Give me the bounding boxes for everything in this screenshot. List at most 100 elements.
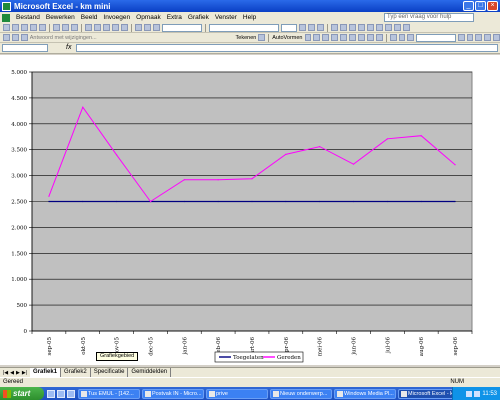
data-point[interactable]: [352, 200, 355, 203]
network-icon[interactable]: [466, 390, 473, 397]
legend-icon[interactable]: [466, 34, 474, 41]
shadow-icon[interactable]: [398, 34, 406, 41]
arrow-icon[interactable]: [313, 34, 321, 41]
comment-icon[interactable]: [11, 34, 19, 41]
align-left-icon[interactable]: [331, 24, 338, 31]
by-row-icon[interactable]: [484, 34, 492, 41]
paste-icon[interactable]: [103, 24, 110, 31]
formula-input[interactable]: [76, 44, 498, 52]
clipart-icon[interactable]: [366, 34, 374, 41]
menu-opmaak[interactable]: Opmaak: [133, 14, 164, 21]
select-objects-icon[interactable]: [258, 34, 266, 41]
zoom-dropdown[interactable]: [162, 23, 202, 32]
taskbar-item[interactable]: Nieuw onderwerp...: [270, 388, 332, 399]
line-chart[interactable]: 0 500 1.000 1.500 2.000 2.500 3.000 3.500 4.000 4…: [0, 55, 500, 365]
borders-icon[interactable]: [385, 24, 392, 31]
wordart-icon[interactable]: [349, 34, 356, 41]
last-sheet-icon[interactable]: ▶|: [22, 370, 27, 376]
data-point[interactable]: [251, 200, 253, 203]
italic-icon[interactable]: [308, 24, 315, 31]
data-point[interactable]: [454, 164, 456, 166]
data-point[interactable]: [82, 200, 84, 203]
menu-bestand[interactable]: Bestand: [13, 14, 43, 21]
prev-sheet-icon[interactable]: ◀: [10, 370, 14, 376]
data-point[interactable]: [251, 178, 253, 180]
picture-icon[interactable]: [375, 34, 383, 41]
chart-wizard-icon[interactable]: [153, 24, 160, 31]
merge-icon[interactable]: [358, 24, 365, 31]
close-button[interactable]: ×: [487, 1, 498, 11]
taskbar-item-active[interactable]: Microsoft Excel - k...: [398, 388, 460, 399]
taskbar-item[interactable]: Windows Media Pl...: [334, 388, 396, 399]
open-icon[interactable]: [12, 24, 19, 31]
data-point[interactable]: [217, 200, 219, 203]
data-point[interactable]: [386, 200, 388, 203]
data-point[interactable]: [116, 200, 118, 203]
outlook-icon[interactable]: [67, 389, 75, 398]
review-icon[interactable]: [3, 34, 10, 41]
reply-with-changes-label[interactable]: Antwoord met wijzigingen...: [30, 35, 138, 41]
menu-grafiek[interactable]: Grafiek: [185, 14, 212, 21]
print-icon[interactable]: [53, 24, 60, 31]
data-point[interactable]: [82, 106, 84, 108]
align-center-icon[interactable]: [340, 24, 347, 31]
save-icon[interactable]: [21, 24, 28, 31]
spelling-icon[interactable]: [71, 24, 78, 31]
cut-icon[interactable]: [85, 24, 92, 31]
data-point[interactable]: [420, 200, 422, 203]
percent-icon[interactable]: [376, 24, 383, 31]
chart-area[interactable]: 0 500 1.000 1.500 2.000 2.500 3.000 3.500 4.000 4…: [0, 55, 500, 365]
sort-icon[interactable]: [144, 24, 151, 31]
undo-icon[interactable]: [112, 24, 119, 31]
autosum-icon[interactable]: [135, 24, 142, 31]
sheet-tab-gemiddelden[interactable]: Gemiddelden: [128, 368, 172, 377]
ask-question-input[interactable]: Typ een vraag voor hulp: [384, 13, 474, 22]
currency-icon[interactable]: [367, 24, 374, 31]
oval-icon[interactable]: [331, 34, 339, 41]
first-sheet-icon[interactable]: |◀: [3, 370, 8, 376]
track-icon[interactable]: [20, 34, 28, 41]
line-icon[interactable]: [304, 34, 312, 41]
data-point[interactable]: [386, 138, 388, 140]
data-point[interactable]: [116, 154, 118, 156]
data-point[interactable]: [217, 179, 219, 181]
data-point[interactable]: [149, 200, 152, 203]
bold-icon[interactable]: [299, 24, 306, 31]
name-box[interactable]: [2, 44, 48, 52]
taskbar-item[interactable]: prive: [206, 388, 268, 399]
autoshapes-menu[interactable]: AutoVormen: [272, 35, 302, 41]
underline-icon[interactable]: [317, 24, 324, 31]
start-button[interactable]: start: [0, 387, 44, 400]
data-point[interactable]: [285, 200, 287, 203]
volume-icon[interactable]: [474, 390, 481, 397]
fill-color-icon[interactable]: [394, 24, 401, 31]
draw-menu[interactable]: Tekenen: [236, 35, 257, 41]
font-size-dropdown[interactable]: [281, 23, 297, 32]
menu-bewerken[interactable]: Bewerken: [43, 14, 78, 21]
data-table-icon[interactable]: [475, 34, 483, 41]
taskbar-item[interactable]: Postvak IN - Micro...: [142, 388, 204, 399]
menu-extra[interactable]: Extra: [164, 14, 185, 21]
legend[interactable]: Toegelaten Gereden: [214, 351, 304, 363]
minimize-button[interactable]: _: [463, 1, 474, 11]
menu-help[interactable]: Help: [240, 14, 259, 21]
permission-icon[interactable]: [30, 24, 37, 31]
menu-invoegen[interactable]: Invoegen: [100, 14, 133, 21]
data-point[interactable]: [319, 145, 321, 148]
data-point[interactable]: [183, 179, 185, 181]
line-color-icon[interactable]: [389, 34, 397, 41]
maximize-button[interactable]: □: [475, 1, 486, 11]
print-preview-icon[interactable]: [62, 24, 69, 31]
chart-type-icon[interactable]: [457, 34, 465, 41]
data-point[interactable]: [183, 200, 185, 203]
data-point[interactable]: [454, 200, 456, 203]
data-point[interactable]: [352, 163, 355, 165]
document-icon[interactable]: [2, 13, 10, 22]
menu-venster[interactable]: Venster: [212, 14, 240, 21]
data-point[interactable]: [319, 200, 321, 203]
font-color-icon[interactable]: [403, 24, 410, 31]
next-sheet-icon[interactable]: ▶: [16, 370, 20, 376]
data-point[interactable]: [420, 135, 422, 137]
taskbar-item[interactable]: Tus EMUL - [142...: [78, 388, 140, 399]
data-point[interactable]: [48, 200, 50, 203]
